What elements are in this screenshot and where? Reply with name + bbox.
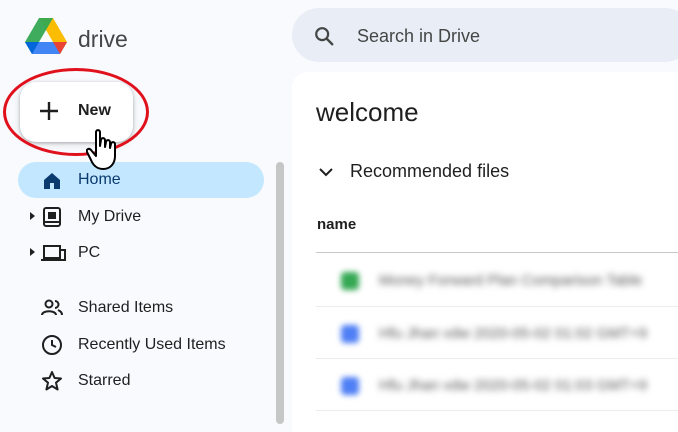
clock-icon [42,335,62,355]
sidebar-item-label[interactable]: Shared Items [78,299,173,317]
file-icon [341,325,359,343]
star-icon [42,371,62,391]
row-divider [316,410,678,411]
sidebar-item-label[interactable]: Starred [78,372,130,390]
caret-right-icon[interactable] [30,212,35,220]
page-title: welcome [316,97,419,127]
sidebar-item-label[interactable]: Recently Used Items [78,336,226,354]
search-input[interactable]: Search in Drive [357,26,480,47]
chevron-down-icon[interactable] [318,164,334,180]
computer-icon [41,245,66,261]
file-row-name[interactable]: Hfu Jhan vdw 2020-05-02 01:03 GMT+9 [379,377,647,394]
shared-people-icon [41,299,63,316]
row-divider [316,306,678,307]
sidebar-item-label[interactable]: My Drive [78,208,141,226]
hand-pointer-cursor-icon [86,129,116,170]
search-icon[interactable] [313,25,335,47]
my-drive-icon [43,207,61,227]
sidebar-scrollbar[interactable] [276,162,284,424]
column-header-name[interactable]: name [317,216,356,233]
caret-right-icon[interactable] [30,248,35,256]
highlight-circle-annotation [3,68,149,156]
google-drive-logo-icon[interactable] [24,16,68,56]
file-row-name[interactable]: Money Forward Plan Comparison Table [379,272,642,289]
file-icon [341,377,359,395]
brand-name[interactable]: drive [78,26,128,53]
spreadsheet-file-icon [341,272,359,290]
home-icon [44,173,60,189]
file-row-name[interactable]: Hfu Jhan vdw 2020-05-02 01:02 GMT+9 [379,325,647,342]
recommended-files-toggle[interactable]: Recommended files [350,161,509,182]
search-bar[interactable] [292,8,678,62]
row-divider [316,358,678,359]
header-divider [316,252,678,253]
sidebar-item-label[interactable]: PC [78,244,100,262]
sidebar-item-label: Home [78,171,121,188]
